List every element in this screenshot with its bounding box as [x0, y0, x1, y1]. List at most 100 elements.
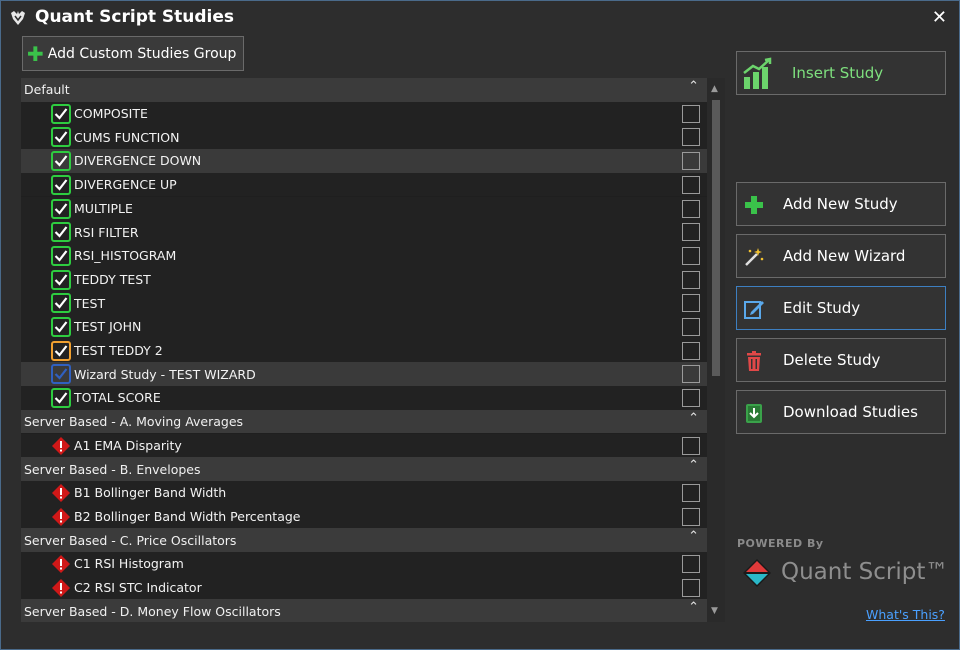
group-header[interactable]: Server Based - D. Money Flow Oscillators…	[21, 599, 707, 622]
check-icon	[51, 198, 71, 219]
title-bar: Quant Script Studies ✕	[1, 1, 959, 35]
study-label: TEDDY TEST	[74, 271, 151, 287]
study-row[interactable]: RSI_HISTOGRAM	[21, 243, 707, 268]
study-row[interactable]: A1 EMA Disparity	[21, 433, 707, 458]
download-icon	[746, 404, 762, 423]
check-icon	[51, 174, 71, 195]
scroll-up-icon[interactable]: ▲	[711, 84, 718, 94]
insert-chart-icon	[743, 57, 772, 89]
study-row[interactable]: C1 RSI Histogram	[21, 552, 707, 576]
study-checkbox[interactable]	[682, 223, 700, 242]
error-icon	[51, 578, 71, 598]
study-checkbox[interactable]	[682, 128, 700, 147]
add-new-wizard-label: Add New Wizard	[783, 247, 906, 265]
add-new-wizard-button[interactable]: Add New Wizard	[736, 234, 946, 278]
study-checkbox[interactable]	[682, 318, 700, 336]
study-checkbox[interactable]	[682, 578, 700, 597]
magic-wand-icon	[745, 248, 764, 266]
study-checkbox[interactable]	[682, 507, 700, 526]
download-studies-button[interactable]: Download Studies	[736, 390, 946, 434]
add-group-label: Add Custom Studies Group	[47, 45, 237, 62]
study-row[interactable]: MULTIPLE	[21, 196, 707, 221]
study-checkbox[interactable]	[682, 365, 700, 384]
add-new-study-button[interactable]: Add New Study	[736, 182, 946, 226]
study-row[interactable]: TEST JOHN	[21, 315, 707, 339]
study-checkbox[interactable]	[682, 175, 700, 194]
list-scrollbar[interactable]: ▲ ▼	[707, 78, 725, 622]
collapse-caret-icon[interactable]: ⌃	[688, 411, 699, 426]
brand-name: Quant Script™	[781, 559, 949, 585]
group-label: Default	[24, 82, 70, 98]
edit-study-button[interactable]: Edit Study	[736, 286, 946, 330]
collapse-caret-icon[interactable]: ⌃	[688, 529, 699, 544]
study-label: TOTAL SCORE	[74, 390, 161, 406]
insert-study-label: Insert Study	[792, 64, 884, 82]
study-row[interactable]: COMPOSITE	[21, 101, 707, 126]
whats-this-link[interactable]: What's This?	[866, 607, 945, 622]
study-row[interactable]: DIVERGENCE DOWN	[21, 149, 707, 173]
app-logo-icon	[11, 11, 25, 25]
trash-icon	[747, 351, 761, 371]
scroll-down-icon[interactable]: ▼	[711, 606, 718, 616]
check-icon	[51, 388, 71, 409]
plus-icon: ✚	[27, 41, 44, 66]
study-row[interactable]: Wizard Study - TEST WIZARD	[21, 362, 707, 387]
add-custom-studies-group-button[interactable]: ✚ Add Custom Studies Group	[22, 36, 244, 71]
add-new-study-label: Add New Study	[783, 195, 898, 213]
group-header[interactable]: Server Based - C. Price Oscillators ⌃	[21, 528, 707, 552]
study-row[interactable]: TOTAL SCORE	[21, 386, 707, 410]
check-icon	[51, 317, 71, 337]
window-title: Quant Script Studies	[35, 7, 235, 27]
study-row[interactable]: B1 Bollinger Band Width	[21, 480, 707, 505]
quant-script-logo-icon	[743, 559, 771, 587]
check-icon	[51, 127, 71, 148]
study-row[interactable]: TEST	[21, 291, 707, 315]
study-checkbox[interactable]	[682, 199, 700, 218]
study-label: A1 EMA Disparity	[74, 437, 182, 453]
study-label: B2 Bollinger Band Width Percentage	[74, 508, 301, 524]
scroll-thumb[interactable]	[712, 100, 720, 376]
study-checkbox[interactable]	[682, 555, 700, 573]
group-label: Server Based - D. Money Flow Oscillators	[24, 603, 281, 619]
study-label: TEST	[74, 295, 106, 311]
group-header[interactable]: Server Based - B. Envelopes ⌃	[21, 457, 707, 481]
study-label: DIVERGENCE DOWN	[74, 153, 202, 169]
collapse-caret-icon[interactable]: ⌃	[688, 600, 699, 615]
wizard-check-icon	[51, 364, 71, 385]
study-checkbox[interactable]	[682, 152, 700, 171]
close-icon[interactable]: ✕	[932, 7, 947, 28]
study-label: TEST JOHN	[74, 319, 142, 335]
study-checkbox[interactable]	[682, 270, 700, 289]
study-checkbox[interactable]	[682, 104, 700, 123]
study-row[interactable]: C2 RSI STC Indicator	[21, 575, 707, 600]
study-checkbox[interactable]	[682, 294, 700, 313]
group-label: Server Based - C. Price Oscillators	[24, 532, 237, 548]
group-header[interactable]: Server Based - A. Moving Averages ⌃	[21, 409, 707, 434]
collapse-caret-icon[interactable]: ⌃	[688, 79, 699, 94]
plus-icon	[745, 196, 763, 214]
study-checkbox[interactable]	[682, 483, 700, 502]
error-icon	[51, 436, 71, 456]
study-checkbox[interactable]	[682, 436, 700, 455]
study-label: RSI FILTER	[74, 224, 139, 240]
powered-by-label: POWERED By	[737, 537, 824, 550]
study-row[interactable]: DIVERGENCE UP	[21, 172, 707, 197]
study-label: RSI_HISTOGRAM	[74, 248, 177, 264]
collapse-caret-icon[interactable]: ⌃	[688, 458, 699, 473]
delete-study-button[interactable]: Delete Study	[736, 338, 946, 382]
study-row[interactable]: TEST TEDDY 2	[21, 338, 707, 363]
study-checkbox[interactable]	[682, 246, 700, 265]
study-row[interactable]: TEDDY TEST	[21, 267, 707, 292]
study-checkbox[interactable]	[682, 389, 700, 408]
study-row[interactable]: B2 Bollinger Band Width Percentage	[21, 504, 707, 529]
study-checkbox[interactable]	[682, 341, 700, 360]
study-label: MULTIPLE	[74, 200, 133, 216]
study-row[interactable]: RSI FILTER	[21, 220, 707, 244]
insert-study-button[interactable]: Insert Study	[736, 51, 946, 95]
check-icon	[51, 293, 71, 314]
study-row[interactable]: CUMS FUNCTION	[21, 125, 707, 150]
study-label: C1 RSI Histogram	[74, 556, 184, 572]
group-header[interactable]: Default ⌃	[21, 78, 707, 102]
study-label: TEST TEDDY 2	[74, 343, 163, 359]
quant-script-studies-window: Quant Script Studies ✕ ✚ Add Custom Stud…	[0, 0, 960, 650]
